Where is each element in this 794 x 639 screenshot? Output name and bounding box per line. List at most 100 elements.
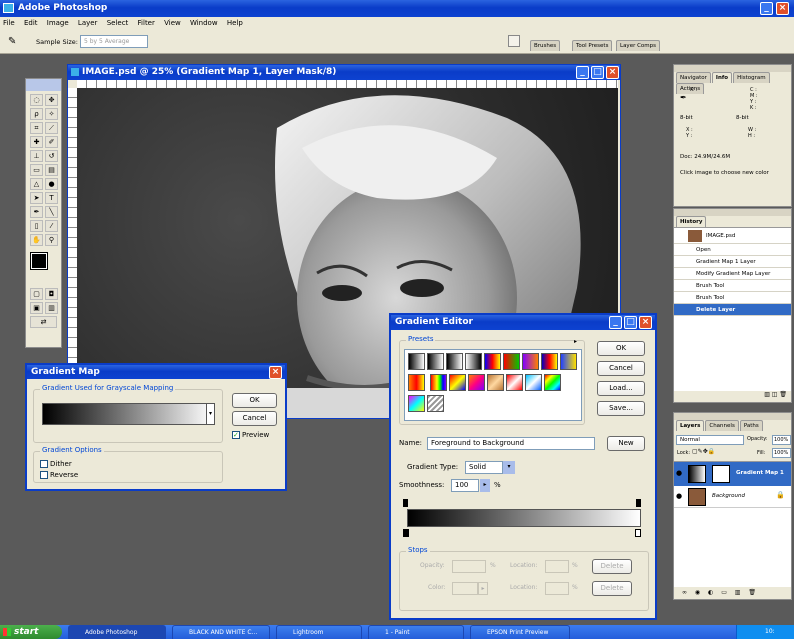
preset-swatch[interactable] xyxy=(467,374,485,391)
blur-tool-icon[interactable]: △ xyxy=(30,178,43,190)
zoom-tool-icon[interactable]: ⚲ xyxy=(45,234,58,246)
taskbar-item-photoshop[interactable]: Adobe Photoshop xyxy=(68,625,166,639)
close-button[interactable]: × xyxy=(776,2,789,15)
lock-icons[interactable]: ▢✎✥🔒 xyxy=(692,448,715,455)
eye-icon[interactable]: ● xyxy=(676,492,682,500)
pen-tool-icon[interactable]: ✒ xyxy=(30,206,43,218)
tab-histogram[interactable]: Histogram xyxy=(733,72,770,83)
preset-swatch[interactable] xyxy=(503,353,520,370)
menu-layer[interactable]: Layer xyxy=(78,19,98,27)
quickmask-mode-icon[interactable]: ◘ xyxy=(45,288,58,300)
menu-window[interactable]: Window xyxy=(190,19,218,27)
preset-swatch[interactable] xyxy=(408,395,425,412)
eraser-tool-icon[interactable]: ▭ xyxy=(30,164,43,176)
gradient-name-field[interactable]: Foreground to Background xyxy=(427,437,595,450)
opacity-field[interactable]: 100% xyxy=(772,435,791,445)
taskbar-item-lightroom[interactable]: Lightroom xyxy=(276,625,362,639)
ge-maximize-button[interactable]: □ xyxy=(624,316,637,329)
ge-minimize-button[interactable]: _ xyxy=(609,316,622,329)
preset-swatch[interactable] xyxy=(446,353,463,370)
color-stop-right[interactable] xyxy=(635,529,641,537)
foreground-color-swatch[interactable] xyxy=(30,252,48,270)
tab-channels[interactable]: Channels xyxy=(705,420,739,431)
fill-field[interactable]: 100% xyxy=(772,448,791,458)
history-item[interactable]: Gradient Map 1 Layer xyxy=(674,256,791,268)
crop-tool-icon[interactable]: ⌗ xyxy=(30,122,43,134)
menu-view[interactable]: View xyxy=(164,19,181,27)
preset-swatch[interactable] xyxy=(541,353,558,370)
blend-mode-select[interactable]: Normal xyxy=(676,435,744,445)
move-tool-icon[interactable]: ✥ xyxy=(45,94,58,106)
history-item[interactable]: Modify Gradient Map Layer xyxy=(674,268,791,280)
reverse-checkbox[interactable] xyxy=(40,471,48,479)
eyedropper-tool-icon[interactable]: ✎ xyxy=(8,36,16,47)
stamp-tool-icon[interactable]: ⊥ xyxy=(30,150,43,162)
dodge-tool-icon[interactable]: ● xyxy=(45,178,58,190)
preset-swatch[interactable] xyxy=(408,374,425,391)
cancel-button[interactable]: Cancel xyxy=(232,411,277,426)
healing-tool-icon[interactable]: ✚ xyxy=(30,136,43,148)
preset-swatch[interactable] xyxy=(429,374,447,391)
tab-info[interactable]: Info xyxy=(711,72,733,83)
layer-row[interactable]: ● Background 🔒 xyxy=(674,486,791,508)
doc-minimize-button[interactable]: _ xyxy=(576,66,589,79)
ok-button[interactable]: OK xyxy=(232,393,277,408)
minimize-button[interactable]: _ xyxy=(760,2,773,15)
preview-checkbox[interactable]: ✓ xyxy=(232,431,240,439)
ge-load-button[interactable]: Load... xyxy=(597,381,645,396)
history-snapshot[interactable]: IMAGE.psd xyxy=(674,228,791,244)
preset-swatch[interactable] xyxy=(505,374,523,391)
dither-checkbox[interactable] xyxy=(40,460,48,468)
brush-tool-icon[interactable]: ✐ xyxy=(45,136,58,148)
preset-swatch[interactable] xyxy=(465,353,482,370)
stop-delete-button[interactable]: Delete xyxy=(592,559,632,574)
preset-swatch[interactable] xyxy=(448,374,466,391)
history-item-selected[interactable]: Delete Layer xyxy=(674,304,791,316)
doc-maximize-button[interactable]: □ xyxy=(591,66,604,79)
preset-swatch[interactable] xyxy=(560,353,577,370)
gradient-preview[interactable] xyxy=(42,403,214,425)
stop-color-delete-button[interactable]: Delete xyxy=(592,581,632,596)
taskbar-item-paint[interactable]: 1 - Paint xyxy=(368,625,464,639)
menu-file[interactable]: File xyxy=(3,19,15,27)
shape-tool-icon[interactable]: ╲ xyxy=(45,206,58,218)
gradient-bar[interactable] xyxy=(407,509,641,527)
sample-size-select[interactable]: 5 by 5 Average xyxy=(80,35,148,48)
start-button[interactable]: start xyxy=(0,625,62,639)
menu-image[interactable]: Image xyxy=(47,19,69,27)
standard-mode-icon[interactable]: ▢ xyxy=(30,288,43,300)
hand-tool-icon[interactable]: ✋ xyxy=(30,234,43,246)
eyedropper-icon[interactable]: ⁄ xyxy=(45,220,58,232)
tab-layers[interactable]: Layers xyxy=(676,420,705,431)
gradient-map-close-button[interactable]: × xyxy=(269,366,282,379)
ge-close-button[interactable]: × xyxy=(639,316,652,329)
preset-swatch[interactable] xyxy=(427,353,444,370)
ge-ok-button[interactable]: OK xyxy=(597,341,645,356)
menu-edit[interactable]: Edit xyxy=(24,19,38,27)
preset-swatch[interactable] xyxy=(543,374,561,391)
menu-help[interactable]: Help xyxy=(227,19,243,27)
tab-brushes[interactable]: Brushes xyxy=(530,40,561,51)
opacity-stop-right[interactable] xyxy=(636,499,641,507)
gradient-tool-icon[interactable]: ▤ xyxy=(45,164,58,176)
layer-row-selected[interactable]: ● Gradient Map 1 xyxy=(674,462,791,486)
lasso-tool-icon[interactable]: ρ xyxy=(30,108,43,120)
path-select-icon[interactable]: ➤ xyxy=(30,192,43,204)
fullscreen-mode-icon[interactable]: ▥ xyxy=(45,302,58,314)
layers-footer-icons[interactable]: ∞ ◉ ◐ ▭ ▥ 🗑 xyxy=(682,589,759,596)
smoothness-field[interactable]: 100 xyxy=(451,479,479,492)
preset-swatch[interactable] xyxy=(486,374,504,391)
slice-tool-icon[interactable]: ⟋ xyxy=(45,122,58,134)
tab-paths[interactable]: Paths xyxy=(739,420,763,431)
trash-icon[interactable]: 🗑 xyxy=(779,391,787,398)
history-item[interactable]: Brush Tool xyxy=(674,292,791,304)
tab-layer-comps[interactable]: Layer Comps xyxy=(616,40,661,51)
history-item[interactable]: Brush Tool xyxy=(674,280,791,292)
gradient-type-select[interactable]: Solid xyxy=(465,461,503,474)
taskbar-item-bw[interactable]: BLACK AND WHITE C... xyxy=(172,625,270,639)
imageready-icon[interactable]: ⇄ xyxy=(30,316,57,328)
history-brush-icon[interactable]: ↺ xyxy=(45,150,58,162)
eye-icon[interactable]: ● xyxy=(676,469,682,477)
preset-swatch[interactable] xyxy=(484,353,501,370)
preset-swatch[interactable] xyxy=(522,353,539,370)
